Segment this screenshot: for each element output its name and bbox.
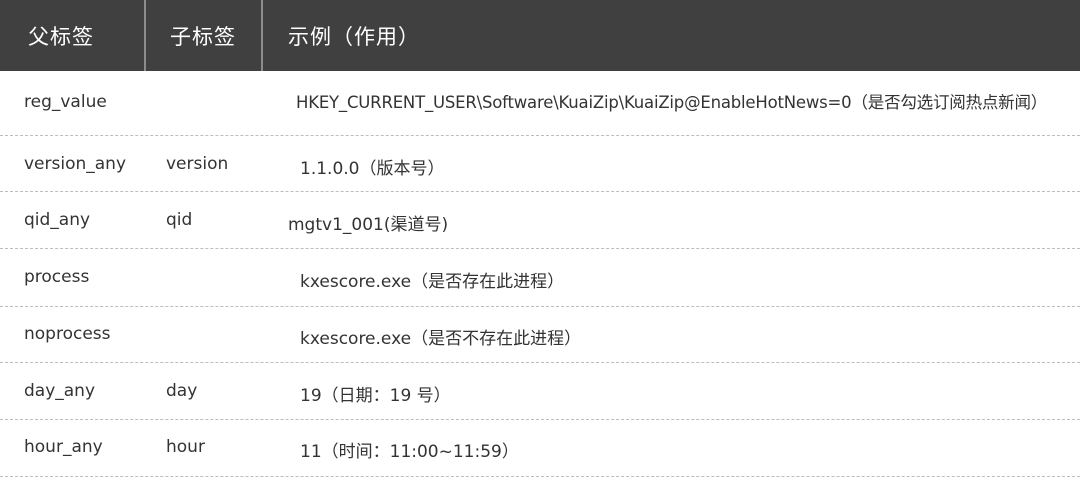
- cell-parent-tag: hour_any: [24, 437, 103, 457]
- cell-child-tag: qid: [166, 210, 193, 230]
- table-row: version_any version 1.1.0.0（版本号）: [0, 136, 1080, 192]
- table-row: reg_value HKEY_CURRENT_USER\Software\Kua…: [0, 71, 1080, 136]
- header-divider: [144, 0, 146, 71]
- cell-child-tag: hour: [166, 437, 205, 457]
- header-example: 示例（作用）: [288, 25, 420, 49]
- cell-example: HKEY_CURRENT_USER\Software\KuaiZip\KuaiZ…: [296, 93, 1048, 112]
- cell-child-tag: version: [166, 154, 229, 174]
- tag-table: 父标签 子标签 示例（作用） reg_value HKEY_CURRENT_US…: [0, 0, 1080, 480]
- table-row: day_any day 19（日期：19 号）: [0, 363, 1080, 420]
- table-header: 父标签 子标签 示例（作用）: [0, 0, 1080, 71]
- cell-parent-tag: version_any: [24, 154, 127, 174]
- table-row: noprocess kxescore.exe（是否不存在此进程）: [0, 307, 1080, 363]
- cell-child-tag: day: [166, 381, 198, 401]
- cell-example: 11（时间：11:00~11:59）: [300, 442, 519, 462]
- cell-example: 19（日期：19 号）: [300, 386, 451, 406]
- cell-example: kxescore.exe（是否不存在此进程）: [300, 329, 582, 349]
- cell-parent-tag: reg_value: [24, 92, 107, 112]
- cell-parent-tag: qid_any: [24, 210, 91, 230]
- cell-parent-tag: noprocess: [24, 324, 111, 344]
- cell-example: 1.1.0.0（版本号）: [300, 159, 445, 179]
- header-child-tag: 子标签: [170, 25, 236, 49]
- table-row: qid_any qid mgtv1_001(渠道号): [0, 192, 1080, 249]
- cell-parent-tag: process: [24, 267, 90, 287]
- table-row: hour_any hour 11（时间：11:00~11:59）: [0, 420, 1080, 477]
- cell-example: kxescore.exe（是否存在此进程）: [300, 272, 565, 292]
- cell-parent-tag: day_any: [24, 381, 96, 401]
- header-divider: [261, 0, 263, 71]
- header-parent-tag: 父标签: [28, 25, 94, 49]
- table-row: process kxescore.exe（是否存在此进程）: [0, 249, 1080, 307]
- cell-example: mgtv1_001(渠道号): [288, 215, 449, 235]
